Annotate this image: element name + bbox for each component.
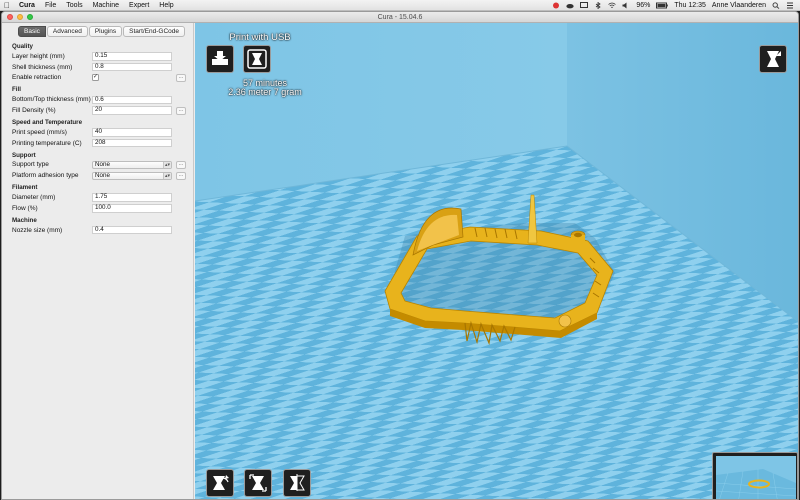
fill-density-more-button[interactable]: ... — [176, 106, 186, 115]
tab-start-end-gcode[interactable]: Start/End-GCode — [123, 26, 186, 37]
print-speed-row: Print speed (mm/s) 40 — [2, 127, 193, 138]
support-type-more-button[interactable]: ... — [176, 160, 186, 169]
diameter-input[interactable]: 1.75 — [92, 193, 172, 202]
fill-density-row: Fill Density (%) 20 ... — [2, 105, 193, 116]
adhesion-select[interactable]: None ▴▾ — [92, 171, 172, 181]
load-model-button[interactable] — [206, 45, 234, 73]
shell-thickness-row: Shell thickness (mm) 0.8 — [2, 62, 193, 73]
layer-height-row: Layer height (mm) 0.15 — [2, 51, 193, 62]
support-type-select[interactable]: None ▴▾ — [92, 160, 172, 170]
menu-machine[interactable]: Machine — [88, 2, 124, 9]
battery-percent: 96% — [636, 1, 651, 9]
flow-label: Flow (%) — [12, 204, 38, 212]
cura-window: Cura - 15.04.6 Basic Advanced Plugins St… — [1, 11, 799, 500]
shell-thickness-label: Shell thickness (mm) — [12, 63, 73, 71]
bottom-top-label: Bottom/Top thickness (mm) — [12, 96, 91, 104]
support-type-value: None — [95, 160, 111, 168]
3d-viewport[interactable]: Print with USB 57 minutes 2.36 meter 7 g… — [195, 23, 798, 499]
print-usb-icon — [247, 49, 267, 69]
print-speed-label: Print speed (mm/s) — [12, 128, 67, 136]
menu-help[interactable]: Help — [154, 2, 178, 9]
search-icon[interactable] — [772, 1, 780, 9]
layer-height-label: Layer height (mm) — [12, 52, 65, 60]
menu-file[interactable]: File — [40, 2, 61, 9]
bottom-top-input[interactable]: 0.6 — [92, 95, 172, 105]
print-temp-label: Printing temperature (C) — [12, 139, 82, 147]
adhesion-more-button[interactable]: ... — [176, 171, 186, 180]
view-mode-icon — [767, 51, 781, 67]
window-titlebar[interactable]: Cura - 15.04.6 — [2, 12, 798, 23]
notifications-icon[interactable] — [786, 2, 794, 9]
adhesion-value: None — [95, 171, 111, 179]
print-temp-row: Printing temperature (C) 208 — [2, 138, 193, 149]
print-with-usb-label: Print with USB — [229, 32, 291, 43]
bottom-top-row: Bottom/Top thickness (mm) 0.6 — [2, 94, 193, 105]
section-speed-title: Speed and Temperature — [12, 118, 83, 126]
settings-panel: Basic Advanced Plugins Start/End-GCode Q… — [2, 23, 194, 499]
menu-expert[interactable]: Expert — [124, 2, 154, 9]
minimap-preview[interactable] — [712, 452, 798, 499]
scale-icon — [249, 474, 267, 492]
rotate-icon — [213, 475, 229, 490]
flow-row: Flow (%) 100.0 — [2, 203, 193, 214]
nozzle-label: Nozzle size (mm) — [12, 226, 63, 234]
mirror-button[interactable] — [283, 469, 311, 497]
section-support-title: Support — [12, 151, 36, 159]
retraction-more-button[interactable]: ... — [176, 73, 186, 82]
section-fill-title: Fill — [12, 86, 21, 94]
status-cloud-icon[interactable] — [566, 2, 574, 9]
retraction-checkbox[interactable]: ✓ — [92, 74, 99, 82]
mirror-icon — [290, 474, 305, 492]
adhesion-row: Platform adhesion type None ▴▾ ... — [2, 170, 193, 181]
diameter-row: Diameter (mm) 1.75 — [2, 192, 193, 203]
retraction-label: Enable retraction — [12, 74, 62, 82]
fill-density-input[interactable]: 20 — [92, 106, 172, 115]
diameter-label: Diameter (mm) — [12, 194, 56, 202]
tab-basic[interactable]: Basic — [18, 26, 46, 37]
rotate-button[interactable] — [206, 469, 234, 497]
print-material-text: 2.36 meter 7 gram — [228, 87, 302, 97]
support-type-dropdown-icon: ▴▾ — [163, 161, 171, 169]
menu-tools[interactable]: Tools — [61, 2, 87, 9]
status-monitor-icon[interactable] — [580, 1, 589, 9]
status-record-icon[interactable] — [552, 2, 560, 9]
adhesion-label: Platform adhesion type — [12, 172, 79, 180]
nozzle-input[interactable]: 0.4 — [92, 225, 172, 235]
support-type-label: Support type — [12, 161, 49, 169]
load-model-icon — [212, 51, 228, 65]
support-type-row: Support type None ▴▾ ... — [2, 160, 193, 171]
bluetooth-icon[interactable] — [594, 1, 602, 9]
wifi-icon[interactable] — [608, 2, 617, 9]
print-temp-input[interactable]: 208 — [92, 138, 172, 148]
nozzle-row: Nozzle size (mm) 0.4 — [2, 225, 193, 236]
apple-menu-icon[interactable]:  — [0, 1, 14, 10]
fill-density-label: Fill Density (%) — [12, 107, 56, 115]
user-name[interactable]: Anne Vlaanderen — [712, 2, 766, 9]
print-usb-button[interactable] — [243, 45, 271, 73]
clock[interactable]: Thu 12:35 — [674, 2, 706, 9]
tab-advanced[interactable]: Advanced — [46, 26, 88, 37]
battery-icon[interactable] — [656, 2, 669, 9]
scale-button[interactable] — [244, 469, 272, 497]
volume-icon[interactable] — [622, 2, 630, 9]
adhesion-dropdown-icon: ▴▾ — [163, 172, 171, 180]
menubar:  Cura File Tools Machine Expert Help 96… — [0, 0, 800, 11]
tab-plugins[interactable]: Plugins — [88, 26, 123, 37]
window-title: Cura - 15.04.6 — [377, 13, 423, 21]
section-quality-title: Quality — [12, 43, 33, 50]
minimap-scene — [715, 456, 797, 499]
view-mode-button[interactable] — [759, 45, 787, 73]
retraction-row: Enable retraction ✓ ... — [2, 73, 193, 84]
print-speed-input[interactable]: 40 — [92, 128, 172, 137]
flow-input[interactable]: 100.0 — [92, 204, 172, 213]
layer-height-input[interactable]: 0.15 — [92, 52, 172, 61]
section-filament-title: Filament — [12, 184, 38, 192]
section-machine-title: Machine — [12, 216, 37, 224]
shell-thickness-input[interactable]: 0.8 — [92, 62, 172, 72]
menu-app-cura[interactable]: Cura — [14, 2, 40, 9]
settings-tabs: Basic Advanced Plugins Start/End-GCode — [2, 23, 193, 37]
